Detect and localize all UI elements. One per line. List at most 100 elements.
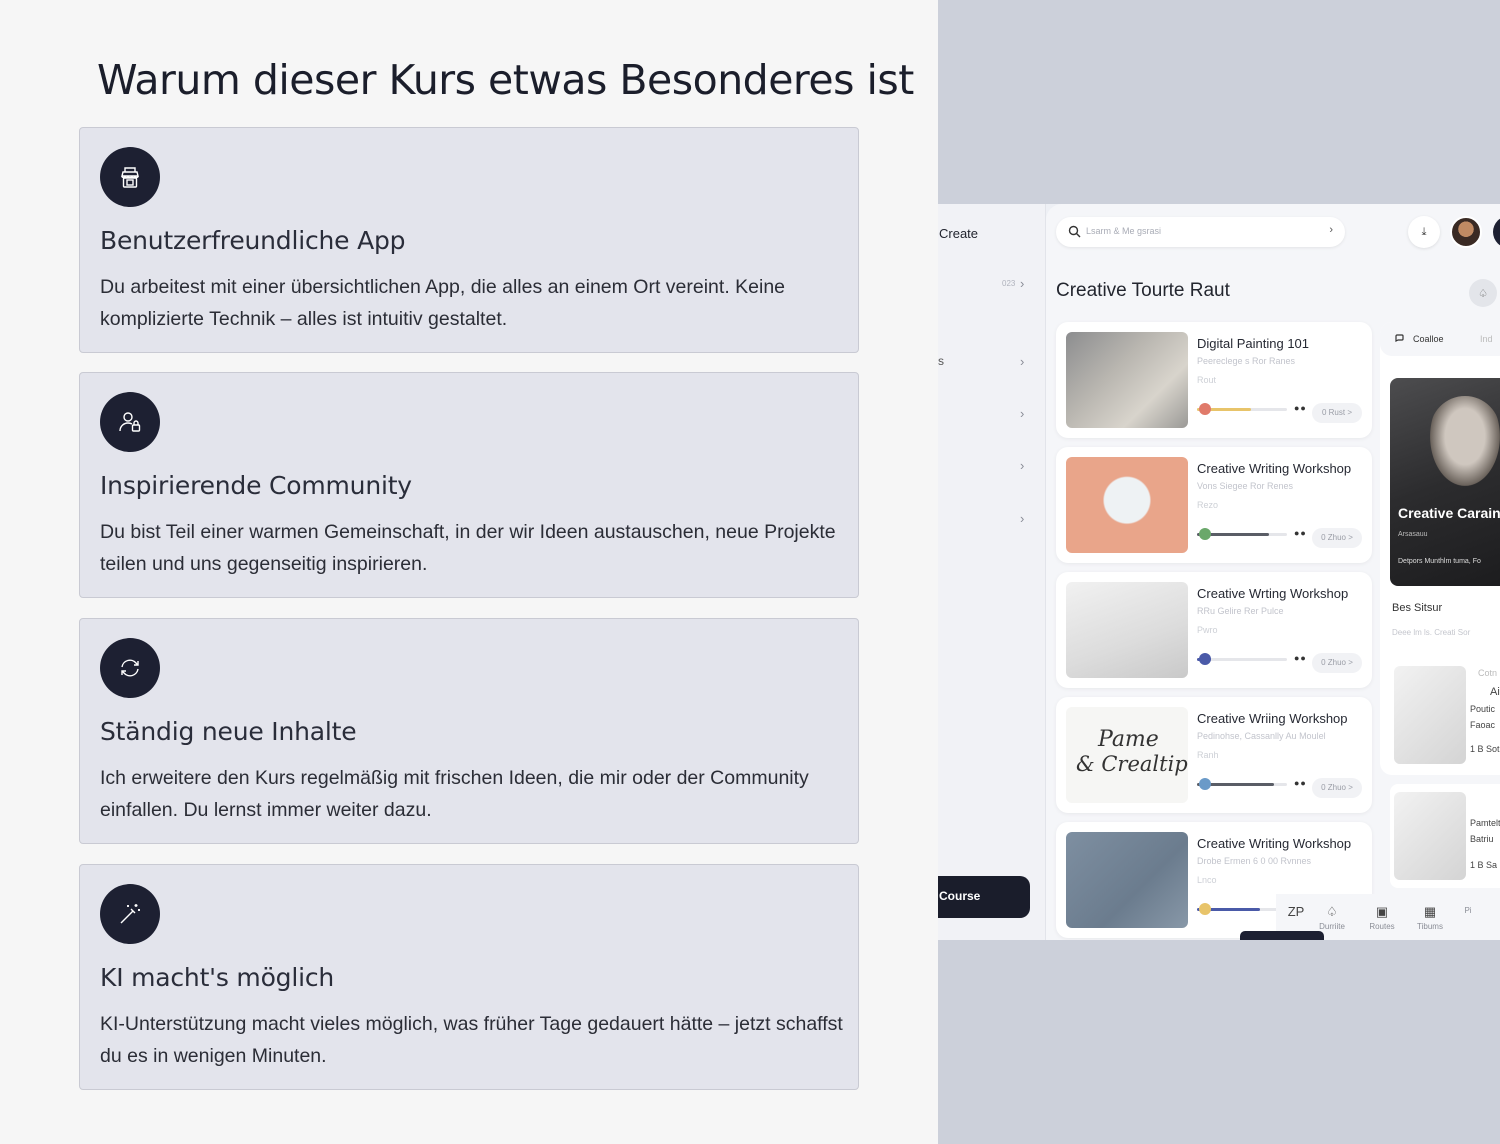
nav-item[interactable]: ♤ Durriite <box>1312 904 1352 931</box>
handwriting-line: Pame <box>1098 727 1159 752</box>
search-input[interactable]: Lsarm & Me gsrasi › <box>1056 217 1345 247</box>
chevron-right-icon[interactable]: › <box>1329 224 1333 236</box>
nav-item[interactable]: ZP <box>1276 904 1316 921</box>
mini-thumbnail <box>1394 792 1466 880</box>
main-title: Creative Tourte Raut <box>1056 280 1230 301</box>
feature-text: Ich erweitere den Kurs regelmäßig mit fr… <box>100 767 809 821</box>
progress-dot <box>1199 778 1211 790</box>
portrait-image <box>1430 396 1500 486</box>
app-main: Lsarm & Me gsrasi › ⤓ Creative Tourte Ra… <box>1046 204 1500 940</box>
course-pill[interactable]: 0 Zhuo > <box>1312 653 1362 673</box>
more-icon[interactable]: ●● <box>1294 653 1307 663</box>
course-title: Creative Writing Workshop <box>1197 461 1352 476</box>
mini-text: Cotn <box>1478 668 1498 678</box>
mini-text: Ai <box>1490 686 1500 698</box>
course-title: Creative Wrting Workshop <box>1197 586 1349 601</box>
chat-icon <box>1395 334 1404 342</box>
mini-thumbnail <box>1394 666 1466 764</box>
course-thumbnail: Pame & Crealtip <box>1066 707 1188 803</box>
hero-meta: Detpors Munthlm tuma, Fo <box>1398 558 1481 565</box>
chevron-right-icon[interactable]: › <box>1020 511 1024 526</box>
app-window: Create 023 › s › › › › Course Lsarm & Me… <box>938 204 1500 940</box>
app-sidebar: Create 023 › s › › › › Course <box>938 204 1046 940</box>
course-subtitle: Vons Siegee Ror Renes <box>1197 481 1294 491</box>
progress-dot <box>1199 653 1211 665</box>
panel-tab-label: Ind <box>1480 334 1493 344</box>
feature-section: Warum dieser Kurs etwas Besonderes ist B… <box>0 0 938 1144</box>
more-icon[interactable]: ●● <box>1294 403 1307 413</box>
chevron-right-icon[interactable]: › <box>1020 458 1024 473</box>
course-pill[interactable]: 0 Zhuo > <box>1312 528 1362 548</box>
course-meta: Rout <box>1197 375 1217 385</box>
mini-text: Pamtelt <box>1470 818 1500 828</box>
progress-dot <box>1199 403 1211 415</box>
feature-text: Du arbeitest mit einer übersichtlichen A… <box>100 276 786 330</box>
sidebar-create[interactable]: Create <box>939 226 978 241</box>
feature-title: Ständig neue Inhalte <box>100 717 357 746</box>
nav-item[interactable]: ▣ Routes <box>1362 904 1402 931</box>
right-panel-tabs[interactable]: Coalloe Ind <box>1380 322 1500 356</box>
course-thumbnail <box>1066 332 1188 428</box>
course-meta: Pwro <box>1197 625 1218 635</box>
nav-item[interactable]: ▦ Tibums <box>1410 904 1450 931</box>
bell-icon[interactable]: ♤ <box>1469 279 1497 307</box>
course-subtitle: Pedinohse, Cassanlly Au Moulel <box>1197 731 1326 741</box>
course-title: Creative Writing Workshop <box>1197 836 1352 851</box>
mini-card[interactable]: Cotn Ai Poutic Faoac 1 B Sot <box>1390 656 1500 768</box>
course-card[interactable]: Digital Painting 101 Peereclege s Ror Ra… <box>1056 322 1372 438</box>
course-meta: Rezo <box>1197 500 1219 510</box>
avatar[interactable] <box>1450 216 1482 248</box>
feature-title: Benutzerfreundliche App <box>100 226 406 255</box>
gallery-icon: ▦ <box>1423 904 1437 919</box>
nav-item[interactable]: Pi <box>1448 904 1488 915</box>
course-thumbnail <box>1066 582 1188 678</box>
more-icon[interactable]: ●● <box>1294 778 1307 788</box>
mini-text: 1 B Sa <box>1470 860 1498 870</box>
chevron-right-icon[interactable]: › <box>1020 276 1024 291</box>
course-subtitle: RRu Gelire Rer Pulce <box>1197 606 1284 616</box>
user-lock-icon <box>100 392 160 452</box>
more-icon[interactable]: ●● <box>1294 528 1307 538</box>
course-card[interactable]: Creative Wrting Workshop RRu Gelire Rer … <box>1056 572 1372 688</box>
course-card[interactable]: Creative Writing Workshop Vons Siegee Ro… <box>1056 447 1372 563</box>
course-pill[interactable]: 0 Zhuo > <box>1312 778 1362 798</box>
search-placeholder: Lsarm & Me gsrasi <box>1086 226 1162 236</box>
course-subtitle: Drobe Ermen 6 0 00 Rvnnes <box>1197 856 1312 866</box>
feature-title: KI macht's möglich <box>100 963 335 992</box>
feature-card-ai: KI macht's möglich KI-Unterstützung mach… <box>79 864 859 1090</box>
course-thumbnail <box>1066 457 1188 553</box>
hero-card[interactable]: Creative Carain Arsasauu Detpors Munthlm… <box>1390 378 1500 586</box>
sidebar-count: 023 <box>1002 279 1016 288</box>
shop-icon <box>100 147 160 207</box>
app-mockup: Create 023 › s › › › › Course Lsarm & Me… <box>938 0 1500 1144</box>
feature-title: Inspirierende Community <box>100 471 412 500</box>
refresh-icon <box>100 638 160 698</box>
nav-icon: ZP <box>1287 904 1305 919</box>
course-button[interactable]: Course <box>938 876 1030 918</box>
hero-subtitle: Arsasauu <box>1398 531 1428 538</box>
feature-text: Du bist Teil einer warmen Gemeinschaft, … <box>100 521 836 575</box>
avatar[interactable] <box>1493 216 1500 248</box>
page-title: Warum dieser Kurs etwas Besonderes ist <box>97 56 914 104</box>
chevron-right-icon[interactable]: › <box>1020 354 1024 369</box>
course-thumbnail <box>1066 832 1188 928</box>
bottom-pill[interactable] <box>1240 931 1324 940</box>
feature-card-content: Ständig neue Inhalte Ich erweitere den K… <box>79 618 859 844</box>
panel-tab-label: Coalloe <box>1413 334 1444 344</box>
course-subtitle: Peereclege s Ror Ranes <box>1197 356 1296 366</box>
panel-sub: Deee lm ls. Creati Sor <box>1392 628 1471 637</box>
sidebar-item-label: s <box>938 354 944 368</box>
search-icon <box>1068 225 1081 238</box>
panel-label: Bes Sitsur <box>1392 602 1443 614</box>
course-pill[interactable]: 0 Rust > <box>1312 403 1362 423</box>
magic-wand-icon <box>100 884 160 944</box>
course-card[interactable]: Pame & Crealtip Creative Wriing Workshop… <box>1056 697 1372 813</box>
mini-card[interactable]: Pamtelt Batriu 1 B Sa <box>1390 784 1500 888</box>
course-meta: Ranh <box>1197 750 1219 760</box>
course-title: Creative Wriing Workshop <box>1197 711 1348 726</box>
mini-text: Faoac <box>1470 720 1496 730</box>
upload-icon[interactable]: ⤓ <box>1408 216 1440 248</box>
mini-text: Poutic <box>1470 704 1496 714</box>
chevron-right-icon[interactable]: › <box>1020 406 1024 421</box>
image-icon: ▣ <box>1375 904 1389 919</box>
